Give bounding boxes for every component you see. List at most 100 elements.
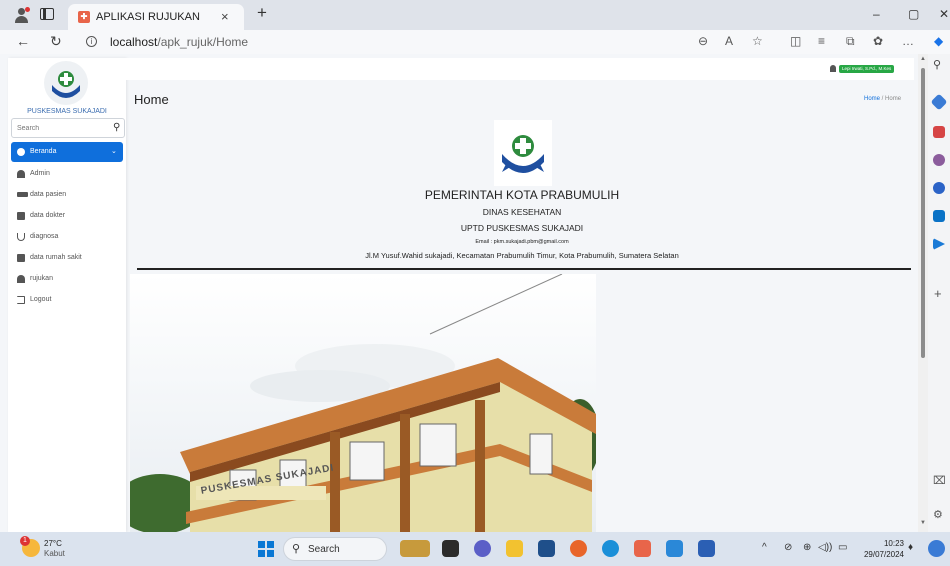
weather-badge: 1 [20,536,30,546]
restore-button[interactable]: ▢ [908,7,919,21]
chevron-up-icon[interactable]: ^ [762,542,767,553]
new-tab-button[interactable]: + [257,3,267,23]
clipboard-icon [17,212,25,220]
scroll-thumb[interactable] [921,68,925,358]
sidebar-item-rujukan[interactable]: rujukan [11,269,123,289]
language-icon[interactable]: ⊕ [803,542,811,553]
extensions-icon[interactable]: ✿ [873,34,883,48]
network-icon[interactable]: ⊘ [784,542,792,553]
minimize-button[interactable]: – [873,7,880,21]
page-scrollbar[interactable]: ▲ ▼ [918,54,928,532]
sidebar-item-admin[interactable]: Admin [11,164,123,184]
scroll-down-icon[interactable]: ▼ [920,520,926,526]
send-icon[interactable] [933,238,945,250]
copilot-icon[interactable] [928,540,945,557]
battery-icon[interactable]: ▭ [838,542,847,553]
taskbar-search-label: Search [308,544,340,555]
puskesmas-building-photo: PUSKESMAS SUKAJADI [130,274,596,532]
taskbar-clock[interactable]: 10:23 29/07/2024 [856,538,904,560]
site-info-icon[interactable]: i [86,36,97,47]
screenshot-icon[interactable]: ⌧ [933,474,946,487]
sidebar-item-label: data pasien [30,191,67,198]
store-icon[interactable] [538,540,555,557]
kop-divider [137,268,911,270]
windows-start-icon[interactable] [258,541,274,557]
widget-icon[interactable] [400,540,430,557]
xampp-icon[interactable] [634,540,651,557]
sidebar-item-data-dokter[interactable]: data dokter [11,206,123,226]
office-icon[interactable] [933,182,945,194]
url-path: /apk_rujuk/Home [157,35,249,49]
notification-bell-icon[interactable]: ♦ [908,542,913,553]
clock-date: 29/07/2024 [863,550,904,559]
split-screen-icon[interactable]: ◫ [790,34,801,48]
scroll-up-icon[interactable]: ▲ [920,56,926,62]
sidebar-item-logout[interactable]: Logout [11,290,123,310]
back-icon[interactable]: ← [16,33,30,49]
close-window-button[interactable]: ✕ [939,7,949,21]
breadcrumb-current: Home [885,96,902,102]
kop-dinas: DINAS KESEHATAN [482,207,562,217]
kop-pemerintah: PEMERINTAH KOTA PRABUMULIH [424,188,620,202]
tab-close-button[interactable]: × [221,9,229,24]
collections-icon[interactable]: ⧉ [846,34,855,49]
kop-uptd: UPTD PUSKESMAS SUKAJADI [460,223,584,233]
hospital-icon [17,254,25,262]
edge-icon[interactable] [602,540,619,557]
sidebar-item-label: rujukan [30,275,53,282]
sidebar-search: ⚲ [11,118,125,138]
search-icon: ⚲ [292,543,301,555]
volume-icon[interactable]: ◁)) [818,542,832,553]
teams-icon[interactable] [474,540,491,557]
task-view-icon[interactable] [442,540,459,557]
bed-icon [17,192,28,197]
tab-actions-icon[interactable] [40,8,54,20]
user-name-badge: Lepi Irwati, S.Pd., M.Kes [839,65,895,73]
puskesmas-logo [44,61,88,105]
copilot-icon[interactable]: ◆ [934,34,943,48]
file-explorer-icon[interactable] [506,540,523,557]
page-title: Home [134,92,169,107]
add-icon[interactable]: + [934,286,942,301]
refresh-icon[interactable]: ↻ [50,33,62,50]
gear-icon[interactable]: ⚙ [933,508,943,521]
people-icon[interactable] [933,154,945,166]
sidebar-item-label: Admin [30,170,50,177]
weather-icon[interactable]: 1 [20,536,40,557]
firefox-icon[interactable] [570,540,587,557]
sidebar-item-label: Logout [30,296,52,303]
shopping-tag-icon[interactable] [930,93,948,111]
clock-time: 10:23 [883,539,904,548]
weather-condition: Kabut [44,549,65,558]
sidebar-item-data-rumah-sakit[interactable]: data rumah sakit [11,248,123,268]
toolbox-icon[interactable] [933,126,945,138]
url-field[interactable]: localhost/apk_rujuk/Home [110,35,248,49]
vscode-icon[interactable] [666,540,683,557]
search-input[interactable] [12,119,108,137]
weather-temp: 27°C [44,539,62,548]
sidebar-item-beranda[interactable]: Beranda ⌄ [11,142,123,162]
url-host: localhost [110,35,158,49]
stethoscope-icon [17,233,25,241]
taskbar-search[interactable]: ⚲ Search [283,537,387,561]
zoom-icon[interactable]: ⊖ [698,34,708,48]
favorite-star-icon[interactable]: ☆ [752,34,763,48]
edge-sidebar: ⚲ + ⌧ ⚙ [928,54,950,532]
breadcrumb-home-link[interactable]: Home [864,96,880,102]
web-page: PUSKESMAS SUKAJADI ⚲ Beranda ⌄ Admin dat… [0,54,928,532]
word-icon[interactable] [698,540,715,557]
sidebar-item-data-pasien[interactable]: data pasien [11,185,123,205]
search-icon[interactable]: ⚲ [113,122,120,133]
read-aloud-icon[interactable]: A [725,34,733,48]
puskesmas-logo [494,120,552,186]
profile-icon[interactable] [14,7,30,23]
browser-tab[interactable]: ✚ APLIKASI RUJUKAN × [68,4,244,30]
outlook-icon[interactable] [933,210,945,222]
more-menu-icon[interactable]: … [902,34,914,48]
favorites-list-icon[interactable]: ≡ [818,34,825,48]
breadcrumb: Home / Home [864,96,901,102]
tab-favicon-icon: ✚ [78,11,90,23]
search-icon[interactable]: ⚲ [933,58,941,71]
sidebar-item-diagnosa[interactable]: diagnosa [11,227,123,247]
browser-tab-strip: ✚ APLIKASI RUJUKAN × + – ▢ ✕ [0,0,950,30]
